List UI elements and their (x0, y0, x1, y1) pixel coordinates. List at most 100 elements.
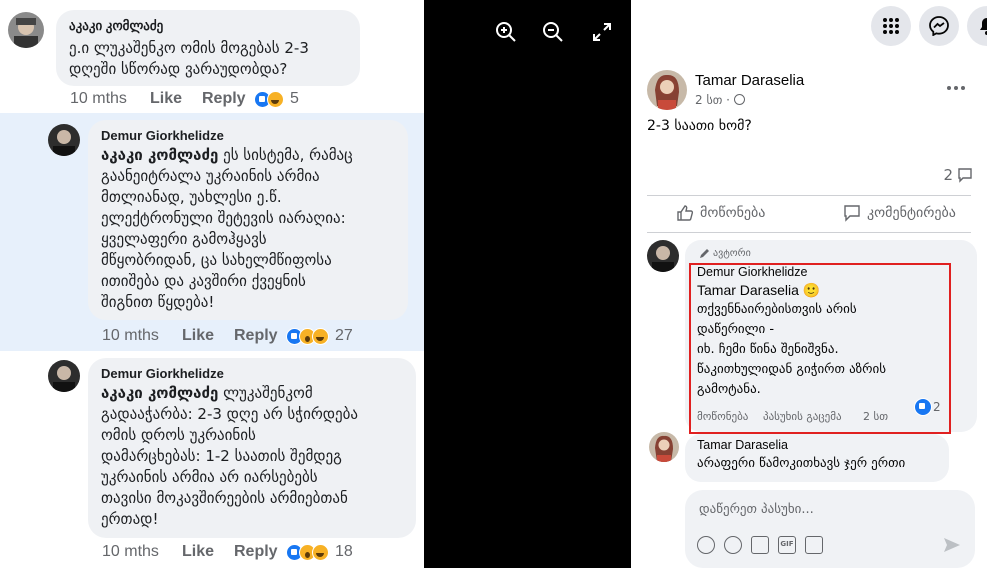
haha-reaction-icon (312, 543, 329, 561)
reactions[interactable]: 2 (914, 398, 941, 416)
comment-author[interactable]: Tamar Daraselia (697, 438, 788, 452)
avatar[interactable] (649, 432, 679, 462)
comment-time[interactable]: 2 სთ (863, 410, 888, 423)
mention-link[interactable]: აკაკი კომლაძე (101, 146, 218, 164)
comment-author[interactable]: Demur Giorkhelidze (101, 128, 395, 143)
smile-emoji: 🙂 (802, 282, 821, 298)
reactions[interactable]: 27 (286, 327, 353, 345)
comments-panel: აკაკი კომლაძე ე.ი ლუკაშენკო ომის მოგებას… (0, 0, 424, 568)
comment-text: აკაკი კომლაძე ეს სისტემა, რამაც გაანეიტრ… (101, 145, 395, 313)
reaction-count: 27 (335, 327, 353, 344)
gif-icon[interactable]: GIF (778, 536, 796, 554)
comment-text: აკაკი კომლაძე ლუკაშენკომ გადააჭარბა: 2-3… (101, 383, 403, 530)
reaction-count: 18 (335, 543, 353, 560)
like-label: მოწონება (700, 205, 766, 221)
avatar-sticker-icon[interactable] (697, 536, 715, 554)
avatar[interactable] (48, 124, 80, 156)
comment-bubble: აკაკი კომლაძე ე.ი ლუკაშენკო ომის მოგებას… (56, 10, 360, 86)
globe-icon (733, 94, 745, 105)
like-button[interactable]: Like (150, 90, 202, 108)
comment-author[interactable]: Demur Giorkhelidze (101, 366, 403, 381)
post-panel: Tamar Daraselia 2 სთ · 2-3 საათი ხომ? 2 … (631, 0, 987, 568)
sticker-icon[interactable] (805, 536, 823, 554)
comment-count-number: 2 (943, 166, 953, 184)
comment-time[interactable]: 10 mths (102, 327, 182, 345)
comment-actions: 10 mths Like Reply 27 (102, 327, 353, 345)
avatar[interactable] (48, 360, 80, 392)
fullscreen-icon[interactable] (590, 20, 614, 44)
zoom-out-icon[interactable] (541, 20, 565, 44)
like-post-button[interactable]: მოწონება (676, 204, 765, 222)
post-time-text: 2 სთ · (695, 93, 734, 107)
comment-text: ე.ი ლუკაშენკო ომის მოგებას 2-3 დღეში სწო… (69, 39, 309, 78)
comment-line: წაკითხულიდან გიჭირთ აზრის (697, 362, 887, 377)
zoom-in-icon[interactable] (494, 20, 518, 44)
reactions[interactable]: 18 (286, 543, 353, 561)
reaction-count: 5 (290, 90, 299, 107)
avatar[interactable] (647, 240, 679, 272)
comment-bubble: Demur Giorkhelidze აკაკი კომლაძე ლუკაშენ… (88, 358, 416, 538)
bell-icon (980, 18, 987, 35)
reaction-count: 2 (933, 400, 941, 414)
more-options-icon[interactable] (947, 86, 965, 90)
mention-link[interactable]: Tamar Daraselia (697, 282, 799, 298)
comment-line: იხ. ჩემი წინა შენიშვნა. (697, 342, 839, 357)
pen-icon (700, 249, 709, 258)
reply-button[interactable]: Reply (234, 543, 286, 561)
comment-addressee-line: Tamar Daraselia 🙂 (697, 282, 820, 299)
post-time[interactable]: 2 სთ · (695, 93, 745, 107)
haha-reaction-icon (312, 327, 329, 345)
thumbs-up-icon (677, 205, 694, 221)
grid-icon (883, 18, 899, 34)
post-text: 2-3 საათი ხომ? (647, 118, 752, 134)
composer-icons: GIF (697, 536, 823, 554)
comment-like-button[interactable]: მოწონება (697, 410, 748, 423)
comment-body: ლუკაშენკომ გადააჭარბა: 2-3 დღე არ სჭირდე… (101, 384, 359, 528)
author-badge: ავტორი (699, 248, 751, 259)
comment-line: გამოტანა. (697, 382, 761, 397)
comment-actions: 10 mths Like Reply 18 (102, 543, 353, 561)
camera-icon[interactable] (751, 536, 769, 554)
like-reaction-icon (914, 398, 932, 416)
like-button[interactable]: Like (182, 543, 234, 561)
post-author[interactable]: Tamar Daraselia (695, 72, 804, 89)
avatar[interactable] (8, 12, 44, 48)
comment-reply-button[interactable]: პასუხის გაცემა (763, 410, 842, 423)
comment-actions: 10 mths Like Reply 5 (70, 90, 299, 108)
comment-line: თქვენნაირებისთვის არის (697, 302, 857, 317)
author-badge-label: ავტორი (713, 248, 751, 259)
comment-text: არაფერი წამოკითხავს ჯერ ერთი (697, 456, 906, 471)
comment-bubble-icon (958, 168, 972, 183)
menu-button[interactable] (871, 6, 911, 46)
emoji-icon[interactable] (724, 536, 742, 554)
divider (647, 195, 971, 196)
reactions[interactable]: 5 (254, 90, 299, 108)
comment-line: დაწერილი - (697, 322, 775, 337)
avatar[interactable] (647, 70, 687, 110)
reply-button[interactable]: Reply (234, 327, 286, 345)
comment-body: ეს სისტემა, რამაც გაანეიტრალა უკრაინის ა… (101, 146, 353, 311)
reply-button[interactable]: Reply (202, 90, 254, 108)
comment-post-button[interactable]: კომენტირება (843, 204, 956, 222)
send-icon[interactable] (943, 536, 961, 558)
comment-author[interactable]: Demur Giorkhelidze (697, 265, 807, 279)
comment-text: თქვენნაირებისთვის არის დაწერილი - იხ. ჩე… (697, 300, 886, 400)
messenger-icon (929, 16, 949, 36)
messenger-button[interactable] (919, 6, 959, 46)
comment-bubble: Tamar Daraselia არაფერი წამოკითხავს ჯერ … (685, 434, 949, 482)
reply-input[interactable]: დაწერეთ პასუხი... GIF (685, 490, 975, 568)
comment-icon (844, 205, 860, 222)
comment-author[interactable]: აკაკი კომლაძე (69, 18, 347, 34)
comment-label: კომენტირება (867, 205, 956, 221)
photo-viewer (424, 0, 631, 568)
divider (647, 232, 971, 233)
comment-time[interactable]: 10 mths (102, 543, 182, 561)
reply-placeholder: დაწერეთ პასუხი... (699, 502, 814, 517)
mention-link[interactable]: აკაკი კომლაძე (101, 384, 218, 402)
like-button[interactable]: Like (182, 327, 234, 345)
comment-bubble: Demur Giorkhelidze აკაკი კომლაძე ეს სისტ… (88, 120, 408, 320)
haha-reaction-icon (267, 90, 284, 108)
comment-count[interactable]: 2 (943, 166, 973, 184)
comment-time[interactable]: 10 mths (70, 90, 150, 108)
notifications-button[interactable] (967, 6, 987, 46)
